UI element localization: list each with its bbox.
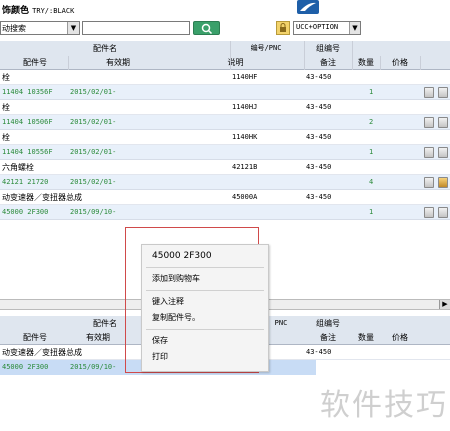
group-no: 43-450 xyxy=(306,193,332,201)
validity: 2015/02/01- xyxy=(70,118,117,126)
table-row[interactable]: 11404 10506F 2015/02/01- 2 xyxy=(0,115,450,130)
menu-copy-part-no[interactable]: 复制配件号。 xyxy=(152,312,200,323)
part-name: 栓 xyxy=(2,133,10,142)
search-button[interactable] xyxy=(193,21,220,35)
group-no: 43-450 xyxy=(306,103,332,111)
search-icon xyxy=(201,23,213,35)
menu-print[interactable]: 打印 xyxy=(152,351,168,362)
part-name: 六角螺栓 xyxy=(2,163,34,172)
menu-save[interactable]: 保存 xyxy=(152,335,168,346)
header-qty: 数量 xyxy=(358,58,374,67)
option-select[interactable]: UCC+OPTION ▼ xyxy=(293,21,361,35)
header-group-no: 组编号 xyxy=(316,319,340,328)
menu-divider xyxy=(146,267,264,268)
menu-divider xyxy=(146,329,264,330)
table-row[interactable]: 45000 2F300 2015/09/10- 1 xyxy=(0,205,450,220)
validity: 2015/09/10- xyxy=(70,363,117,371)
edit-icon[interactable] xyxy=(424,87,434,98)
chevron-down-icon: ▼ xyxy=(349,22,360,34)
header-group-no: 组编号 xyxy=(316,44,340,53)
quantity: 1 xyxy=(369,88,374,96)
table-row[interactable]: 42121 21720 2015/02/01- 4 xyxy=(0,175,450,190)
part-name: 栓 xyxy=(2,73,10,82)
header-part-name: 配件名 xyxy=(93,44,117,53)
part-no: 45000 2F300 xyxy=(2,208,49,216)
part-no: 45000 2F300 xyxy=(2,363,49,371)
part-name: 动变速器／变扭器总成 xyxy=(2,193,82,202)
chevron-down-icon: ▼ xyxy=(67,22,79,34)
header-validity: 有效期 xyxy=(86,333,110,342)
quantity: 4 xyxy=(369,178,374,186)
note-icon[interactable] xyxy=(438,147,448,158)
header-price: 价格 xyxy=(392,58,408,67)
table-row[interactable]: 栓 1140HF 43-450 xyxy=(0,70,450,85)
table-row[interactable]: 11404 10356F 2015/02/01- 1 xyxy=(0,85,450,100)
search-input[interactable] xyxy=(82,21,190,35)
menu-add-to-cart[interactable]: 添加到购物车 xyxy=(152,273,200,284)
menu-divider xyxy=(146,290,264,291)
header-remark: 备注 xyxy=(320,58,336,67)
watermark: 软件技巧 xyxy=(320,388,448,423)
scroll-right-icon[interactable]: ▶ xyxy=(439,300,450,309)
menu-part-number: 45000 2F300 xyxy=(152,251,212,261)
header-remark: 备注 xyxy=(320,333,336,342)
note-icon[interactable] xyxy=(438,117,448,128)
edit-icon[interactable] xyxy=(424,207,434,218)
logo-icon xyxy=(297,0,319,14)
color-label: 饰颜色 TRY/:BLACK xyxy=(2,3,74,16)
part-no: 11404 10506F xyxy=(2,118,53,126)
note-icon[interactable] xyxy=(438,87,448,98)
part-no: 11404 10556F xyxy=(2,148,53,156)
search-mode-value: 动搜索 xyxy=(2,24,26,33)
header-part-no: 配件号 xyxy=(23,58,47,67)
validity: 2015/02/01- xyxy=(70,178,117,186)
table-row[interactable]: 栓 1140HJ 43-450 xyxy=(0,100,450,115)
parts-table: 配件名 编号/PNC 组编号 配件号 有效期 说明 备注 数量 价格 栓 114… xyxy=(0,41,450,220)
edit-icon[interactable] xyxy=(424,177,434,188)
pnc: 1140HJ xyxy=(232,103,258,111)
pnc: 45000A xyxy=(232,193,258,201)
quantity: 1 xyxy=(369,148,374,156)
pnc: 1140HK xyxy=(232,133,258,141)
search-mode-select[interactable]: 动搜索 ▼ xyxy=(0,21,80,35)
header-pnc: 编号/PNC xyxy=(250,44,282,52)
table-row[interactable]: 栓 1140HK 43-450 xyxy=(0,130,450,145)
quantity: 2 xyxy=(369,118,374,126)
group-no: 43-450 xyxy=(306,163,332,171)
context-menu-panel: 45000 2F300 添加到购物车 键入注释 复制配件号。 保存 打印 xyxy=(141,244,269,372)
note-icon[interactable] xyxy=(438,177,448,188)
validity: 2015/02/01- xyxy=(70,148,117,156)
group-no: 43-450 xyxy=(306,73,332,81)
table-row[interactable]: 六角螺栓 42121B 43-450 xyxy=(0,160,450,175)
part-no: 42121 21720 xyxy=(2,178,49,186)
pnc: 42121B xyxy=(232,163,258,171)
group-no: 43-450 xyxy=(306,348,332,356)
part-no: 11404 10356F xyxy=(2,88,53,96)
part-name: 动变速器／变扭器总成 xyxy=(2,348,82,357)
edit-icon[interactable] xyxy=(424,147,434,158)
lock-icon[interactable] xyxy=(276,21,290,35)
table-row[interactable]: 11404 10556F 2015/02/01- 1 xyxy=(0,145,450,160)
validity: 2015/02/01- xyxy=(70,88,117,96)
header-part-no: 配件号 xyxy=(23,333,47,342)
quantity: 1 xyxy=(369,208,374,216)
pnc: 1140HF xyxy=(232,73,258,81)
header-validity: 有效期 xyxy=(106,58,130,67)
table-row[interactable]: 动变速器／变扭器总成 45000A 43-450 xyxy=(0,190,450,205)
header-qty: 数量 xyxy=(358,333,374,342)
part-name: 栓 xyxy=(2,103,10,112)
menu-add-note[interactable]: 键入注释 xyxy=(152,296,184,307)
note-icon[interactable] xyxy=(438,207,448,218)
option-value: UCC+OPTION xyxy=(296,23,339,31)
color-value: TRY/:BLACK xyxy=(32,7,75,15)
validity: 2015/09/10- xyxy=(70,208,117,216)
color-label-text: 饰颜色 xyxy=(2,6,30,16)
header-description: 说明 xyxy=(227,58,244,67)
group-no: 43-450 xyxy=(306,133,332,141)
edit-icon[interactable] xyxy=(424,117,434,128)
header-price: 价格 xyxy=(392,333,408,342)
